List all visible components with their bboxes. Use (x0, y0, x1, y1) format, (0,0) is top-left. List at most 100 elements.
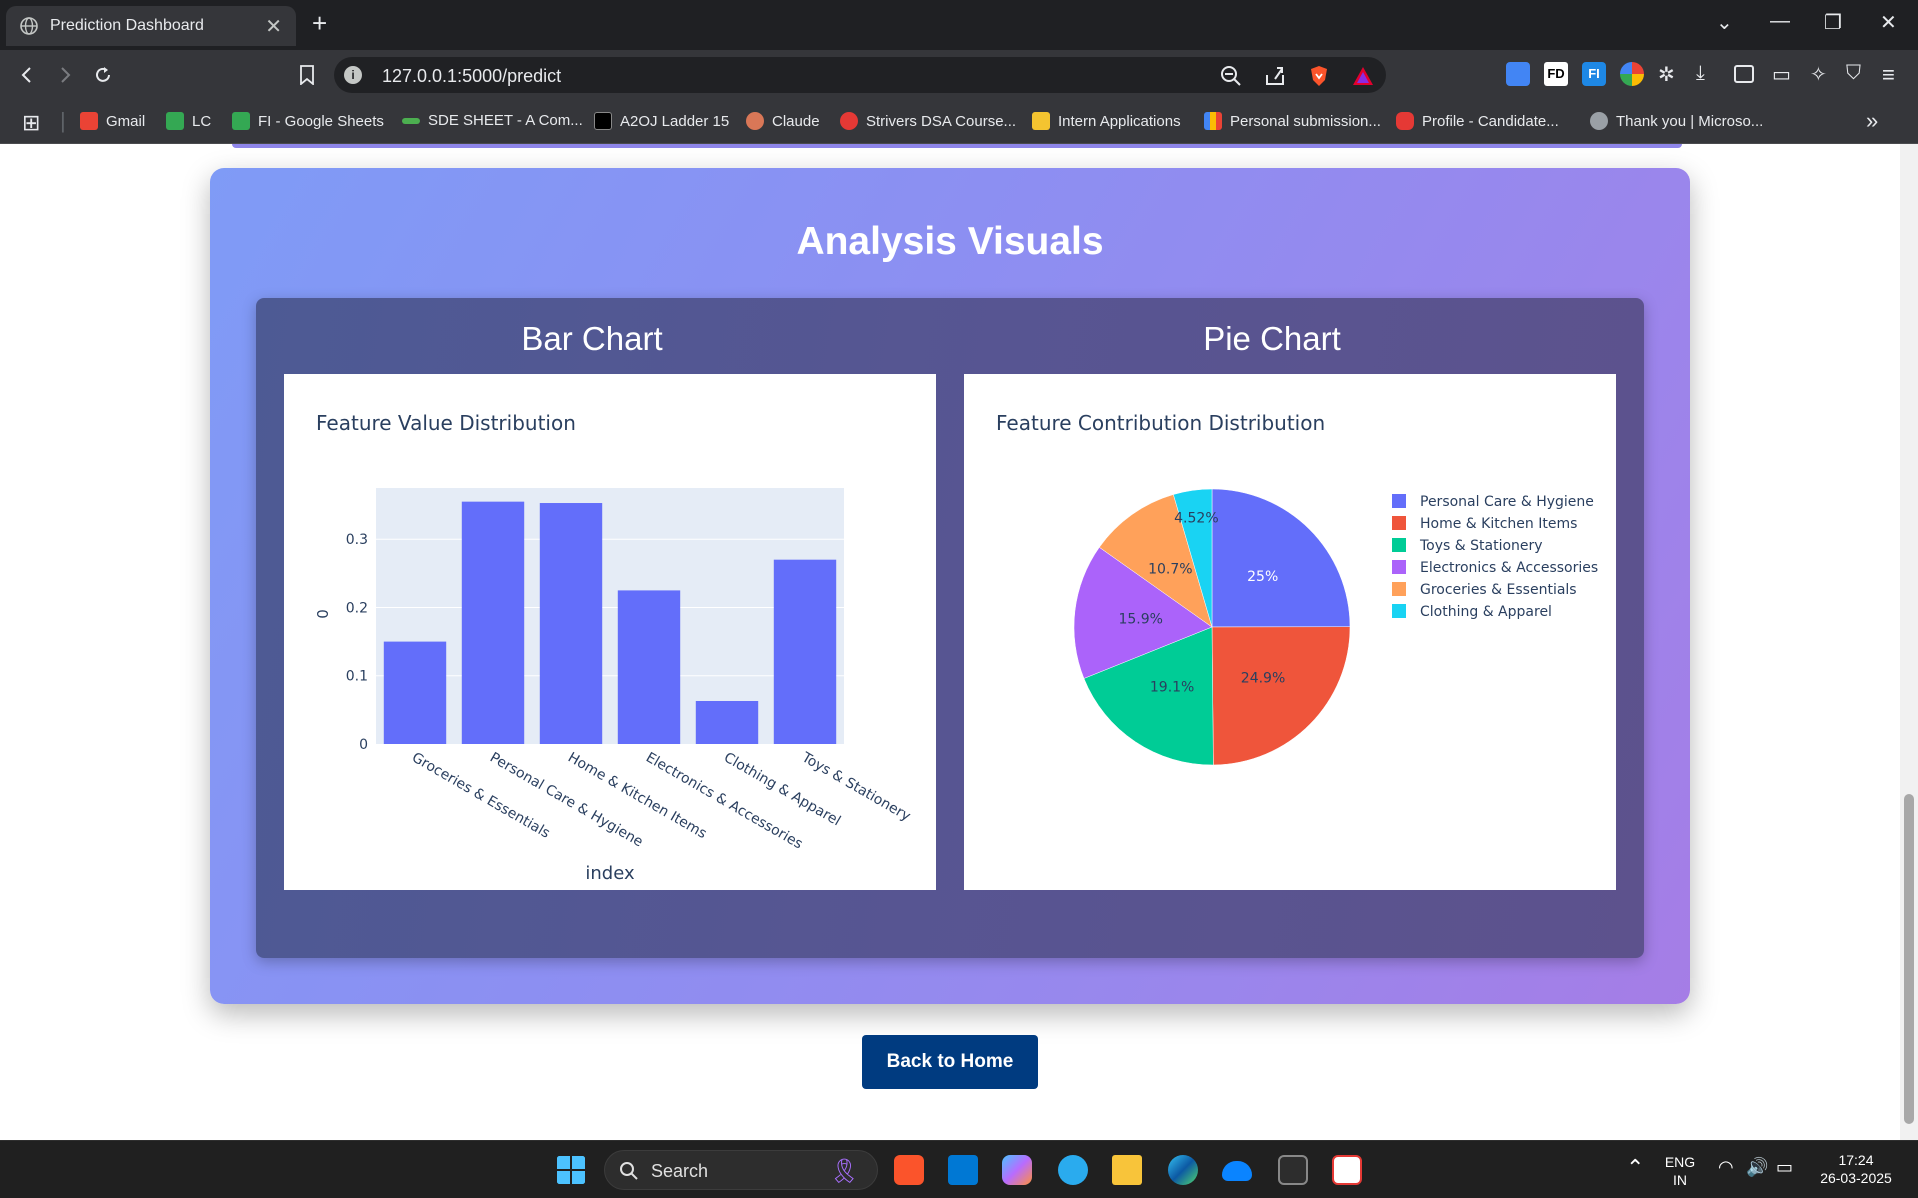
page-scrollbar[interactable] (1900, 144, 1918, 1140)
zoom-icon[interactable] (1220, 65, 1242, 87)
bar-5[interactable] (773, 559, 837, 744)
taskbar-search[interactable]: Search 🎗 (604, 1150, 878, 1190)
bookmark-gmail[interactable]: Gmail (80, 112, 145, 130)
bar-x-tick-label: Groceries & Essentials (409, 750, 553, 842)
pie-legend-swatch (1392, 516, 1406, 530)
bookmark-label: Profile - Candidate... (1422, 112, 1559, 130)
back-icon[interactable] (14, 62, 40, 88)
bookmark-label: FI - Google Sheets (258, 112, 384, 130)
close-tab-icon[interactable]: ✕ (265, 14, 282, 39)
bookmark-sde-sheet[interactable]: SDE SHEET - A Com... (402, 112, 583, 129)
pie-plot-area: 25% 24.9% 19.1% 15.9% 10.7% 4.52% (1073, 488, 1351, 766)
brave-rewards-icon[interactable] (1352, 65, 1374, 87)
bar-y-tick-label: 0.3 (346, 532, 368, 548)
wallet-icon[interactable]: ▭ (1772, 62, 1796, 86)
leo-ai-icon[interactable]: ✧ (1810, 62, 1834, 86)
tray-overflow-chevron-icon[interactable]: ⌃ (1626, 1155, 1644, 1181)
sde-sheet-icon (402, 117, 420, 124)
volume-icon[interactable]: 🔊 (1746, 1157, 1768, 1178)
share-icon[interactable] (1264, 65, 1286, 87)
taskbar-search-label: Search (651, 1161, 709, 1181)
battery-icon[interactable]: ▭ (1776, 1157, 1793, 1178)
bookmark-lc[interactable]: LC (166, 112, 211, 130)
pie-legend-label[interactable]: Electronics & Accessories (1420, 560, 1598, 576)
bar-4[interactable] (695, 700, 759, 744)
bookmarks-bar: ⊞ | Gmail LC FI - Google Sheets SDE SHEE… (0, 100, 1918, 144)
language-indicator[interactable]: ENG IN (1660, 1153, 1700, 1189)
browser-tab-active[interactable]: Prediction Dashboard ✕ (6, 6, 296, 46)
pie-legend-label[interactable]: Home & Kitchen Items (1420, 516, 1577, 532)
language-line1: ENG (1664, 1154, 1696, 1170)
wifi-icon[interactable]: ◠ (1718, 1157, 1734, 1178)
bookmark-strivers[interactable]: Strivers DSA Course... (840, 112, 1016, 130)
copilot-taskbar-icon[interactable] (1002, 1155, 1032, 1185)
pie-slice-0[interactable] (1211, 488, 1351, 628)
pie-legend-label[interactable]: Toys & Stationery (1419, 538, 1543, 554)
site-info-icon[interactable]: i (344, 66, 362, 84)
bookmark-icon[interactable] (294, 62, 320, 88)
onedrive-taskbar-icon[interactable] (1222, 1161, 1252, 1181)
forward-icon[interactable] (52, 62, 78, 88)
tab-search-chevron-icon[interactable]: ⌄ (1716, 10, 1733, 35)
menu-icon[interactable]: ≡ (1882, 62, 1906, 87)
restore-icon[interactable]: ❐ (1824, 10, 1842, 35)
address-bar[interactable]: i 127.0.0.1:5000/predict (334, 57, 1386, 93)
pie-legend-swatch (1392, 582, 1406, 596)
vpn-shield-icon[interactable]: ⛉ (1846, 62, 1870, 86)
close-window-icon[interactable]: ✕ (1880, 10, 1897, 35)
edge-taskbar-icon[interactable] (1168, 1155, 1198, 1185)
minimize-icon[interactable]: — (1770, 10, 1790, 33)
bookmark-label: Intern Applications (1058, 112, 1181, 130)
extension-color-icon[interactable] (1620, 62, 1644, 86)
bar-y-tick-label: 0.1 (346, 669, 368, 685)
bookmark-profile-candidate[interactable]: Profile - Candidate... (1396, 112, 1559, 130)
bar-3[interactable] (617, 590, 681, 744)
pie-legend-label[interactable]: Clothing & Apparel (1420, 604, 1552, 620)
snipping-tool-taskbar-icon[interactable] (1332, 1155, 1362, 1185)
new-tab-icon[interactable]: + (312, 8, 327, 39)
pie-chart-container[interactable]: Feature Contribution Distribution 25% 24.… (964, 374, 1616, 890)
bookmark-intern-applications[interactable]: Intern Applications (1032, 112, 1181, 130)
bar-1[interactable] (461, 501, 525, 744)
windows-start-icon[interactable] (556, 1155, 586, 1185)
extensions-puzzle-icon[interactable]: ✲ (1658, 62, 1682, 86)
brave-shields-icon[interactable] (1308, 65, 1330, 87)
bookmark-personal-submission[interactable]: Personal submission... (1204, 112, 1381, 130)
bookmark-microsoft[interactable]: Thank you | Microso... (1590, 112, 1763, 130)
bar-2[interactable] (539, 503, 603, 744)
bar-chart-container[interactable]: Feature Value Distribution 0 0.1 0.2 0.3 Gro… (284, 374, 936, 890)
pie-legend-label[interactable]: Personal Care & Hygiene (1420, 494, 1594, 510)
clock-time: 17:24 (1838, 1152, 1874, 1168)
bar-logo-icon (1204, 112, 1222, 130)
brave-taskbar-icon[interactable] (894, 1155, 924, 1185)
clock[interactable]: 17:24 26-03-2025 (1808, 1151, 1904, 1187)
download-icon[interactable]: ⤓ (1696, 62, 1720, 86)
more-bookmarks-icon[interactable]: » (1866, 108, 1878, 134)
apps-grid-icon[interactable]: ⊞ (22, 110, 40, 136)
reload-icon[interactable] (90, 62, 116, 88)
pie-chart-svg[interactable]: Feature Contribution Distribution 25% 24.… (964, 374, 1616, 890)
sheets-icon (166, 112, 184, 130)
bookmark-claude[interactable]: Claude (746, 112, 820, 130)
terminal-taskbar-icon[interactable] (1278, 1155, 1308, 1185)
file-explorer-taskbar-icon[interactable] (1112, 1155, 1142, 1185)
extension-fd-icon[interactable]: FD (1544, 62, 1568, 86)
clock-date: 26-03-2025 (1820, 1170, 1892, 1186)
bar-0[interactable] (383, 641, 447, 744)
pie-legend-label[interactable]: Groceries & Essentials (1420, 582, 1577, 598)
bookmark-label: Thank you | Microso... (1616, 112, 1764, 130)
pie-slice-1[interactable] (1211, 626, 1351, 766)
extension-fi-icon[interactable]: FI (1582, 62, 1606, 86)
bar-y-axis-title: 0 (314, 609, 332, 619)
vscode-taskbar-icon[interactable] (948, 1155, 978, 1185)
bookmark-label: Gmail (106, 112, 146, 130)
bar-chart-svg[interactable]: Feature Value Distribution 0 0.1 0.2 0.3 Gro… (284, 374, 936, 890)
bookmark-a2oj[interactable]: A2OJ Ladder 15 (594, 112, 729, 130)
bookmark-fi-sheets[interactable]: FI - Google Sheets (232, 112, 384, 130)
scrollbar-thumb[interactable] (1904, 794, 1914, 1124)
section-title: Analysis Visuals (796, 220, 1104, 263)
extension-translate-icon[interactable] (1506, 62, 1530, 86)
back-to-home-button[interactable]: Back to Home (862, 1035, 1038, 1089)
telegram-taskbar-icon[interactable] (1058, 1155, 1088, 1185)
sidebar-toggle-icon[interactable] (1734, 65, 1754, 83)
